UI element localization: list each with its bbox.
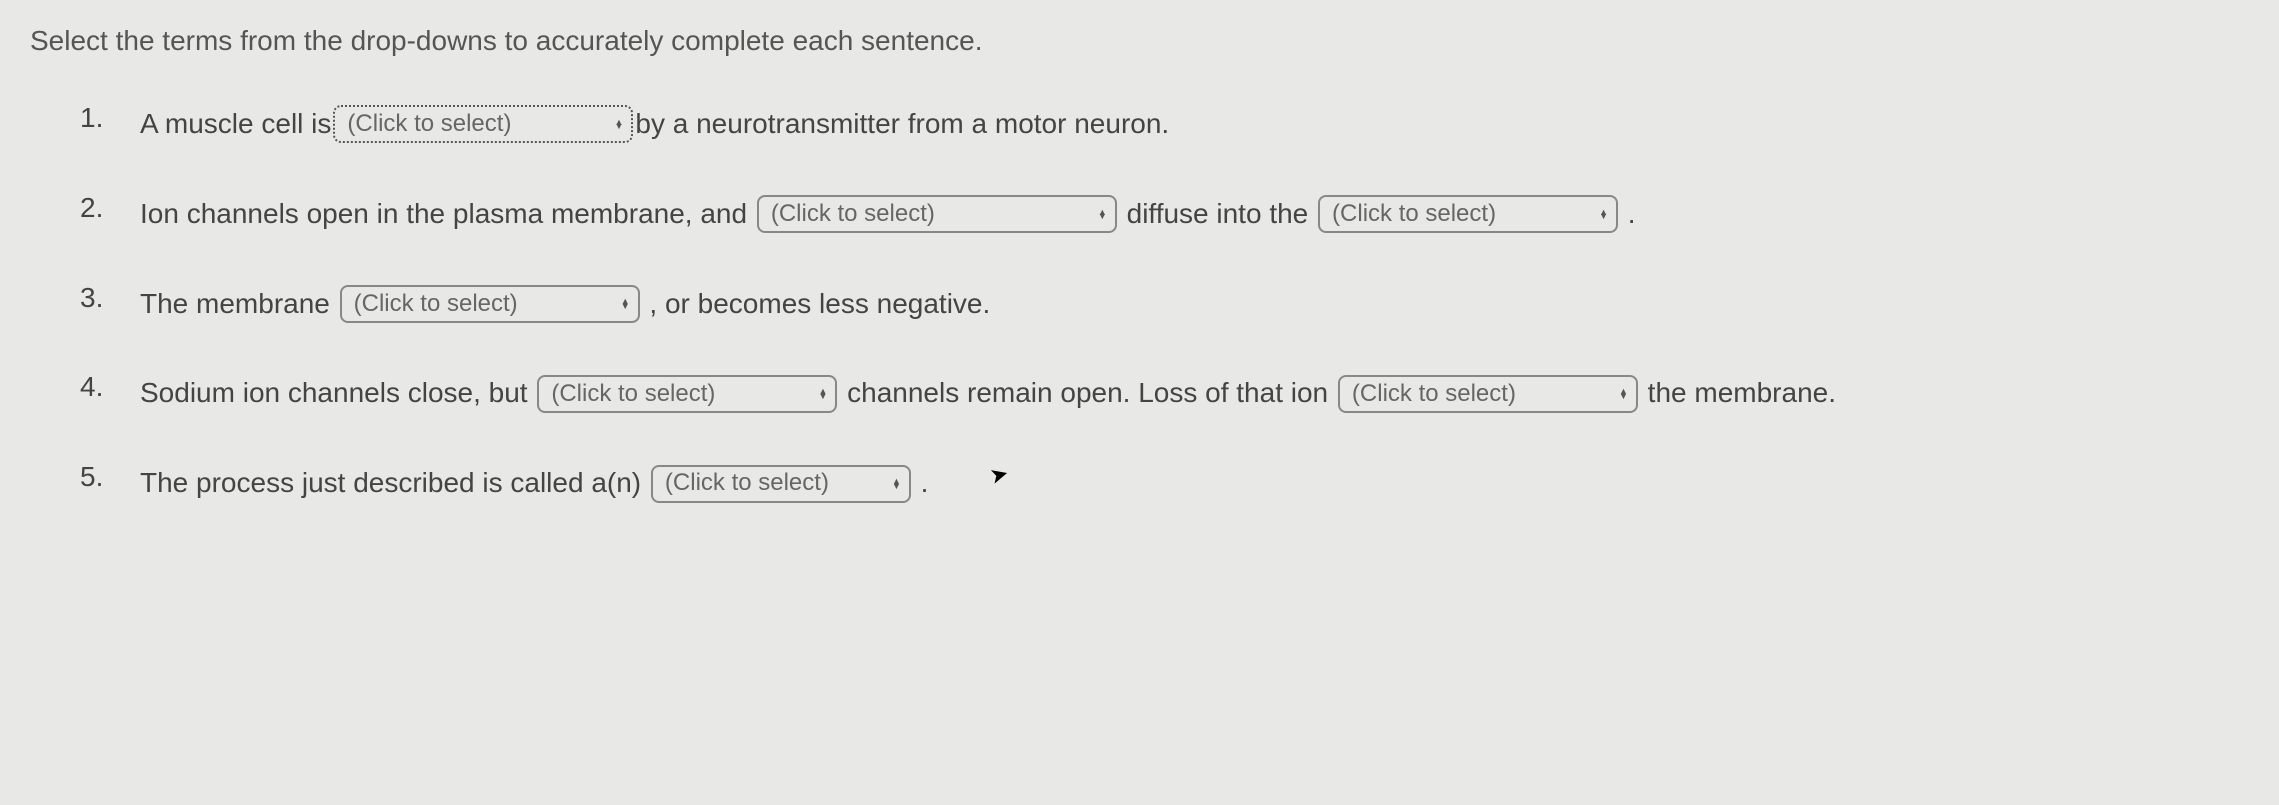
q5-dropdown-1[interactable]: (Click to select) (651, 465, 911, 503)
updown-arrows-icon (818, 389, 827, 398)
question-number: 3. (80, 282, 140, 314)
q4-dropdown-2[interactable]: (Click to select) (1338, 375, 1638, 413)
updown-arrows-icon (621, 299, 630, 308)
updown-arrows-icon (614, 120, 623, 129)
updown-arrows-icon (1599, 210, 1608, 219)
question-content: The process just described is called a(n… (140, 461, 2249, 506)
question-row: 4.Sodium ion channels close, but (Click … (80, 371, 2249, 416)
question-text: . (1620, 192, 1636, 237)
questions-container: 1.A muscle cell is (Click to select) by a … (30, 102, 2249, 506)
question-text: The membrane (140, 282, 338, 327)
updown-arrows-icon (1619, 389, 1628, 398)
updown-arrows-icon (892, 479, 901, 488)
dropdown-label: (Click to select) (347, 105, 604, 143)
question-text: channels remain open. Loss of that ion (839, 371, 1336, 416)
question-text: , or becomes less negative. (642, 282, 991, 327)
question-text: . (913, 461, 929, 506)
question-text: by a neurotransmitter from a motor neuro… (635, 102, 1169, 147)
q2-dropdown-2[interactable]: (Click to select) (1318, 195, 1618, 233)
updown-arrows-icon (1098, 210, 1107, 219)
question-content: Ion channels open in the plasma membrane… (140, 192, 2249, 237)
q3-dropdown-1[interactable]: (Click to select) (340, 285, 640, 323)
dropdown-label: (Click to select) (354, 285, 611, 323)
question-text: A muscle cell is (140, 102, 331, 147)
question-content: Sodium ion channels close, but (Click to… (140, 371, 2249, 416)
q4-dropdown-1[interactable]: (Click to select) (537, 375, 837, 413)
q1-dropdown-1[interactable]: (Click to select) (333, 105, 633, 143)
q2-dropdown-1[interactable]: (Click to select) (757, 195, 1117, 233)
question-content: The membrane (Click to select) , or beco… (140, 282, 2249, 327)
dropdown-label: (Click to select) (1332, 195, 1589, 233)
question-row: 2.Ion channels open in the plasma membra… (80, 192, 2249, 237)
question-content: A muscle cell is (Click to select) by a ne… (140, 102, 2249, 147)
dropdown-label: (Click to select) (551, 375, 808, 413)
question-number: 2. (80, 192, 140, 224)
question-text: Ion channels open in the plasma membrane… (140, 192, 755, 237)
question-text: Sodium ion channels close, but (140, 371, 535, 416)
question-text: diffuse into the (1119, 192, 1316, 237)
dropdown-label: (Click to select) (1352, 375, 1609, 413)
question-number: 5. (80, 461, 140, 493)
dropdown-label: (Click to select) (665, 464, 882, 502)
question-row: 1.A muscle cell is (Click to select) by a … (80, 102, 2249, 147)
question-row: 5.The process just described is called a… (80, 461, 2249, 506)
question-text: the membrane. (1640, 371, 1836, 416)
dropdown-label: (Click to select) (771, 195, 1088, 233)
question-row: 3.The membrane (Click to select) , or be… (80, 282, 2249, 327)
instruction-text: Select the terms from the drop-downs to … (30, 25, 2249, 57)
question-text: The process just described is called a(n… (140, 461, 649, 506)
question-number: 1. (80, 102, 140, 134)
question-number: 4. (80, 371, 140, 403)
